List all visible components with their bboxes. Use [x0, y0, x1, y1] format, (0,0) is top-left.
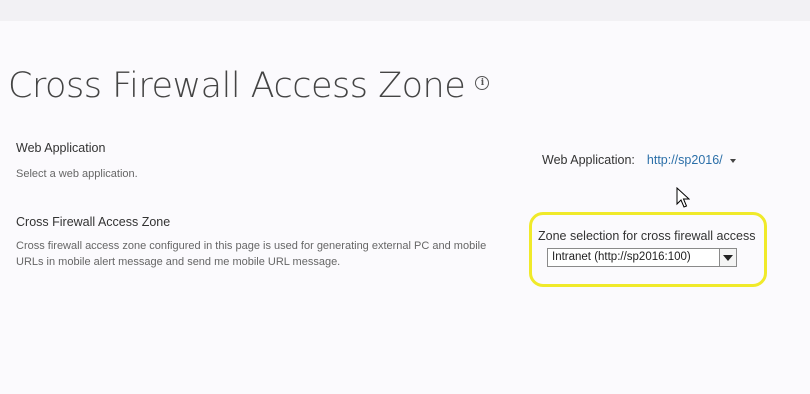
cross-firewall-description: Cross firewall access zone configured in… [16, 240, 487, 268]
cross-firewall-heading: Cross Firewall Access Zone [16, 215, 171, 229]
zone-selection-label: Zone selection for cross firewall access [538, 229, 756, 243]
top-bar [0, 0, 810, 21]
web-application-heading: Web Application [16, 141, 106, 155]
dropdown-arrow-icon[interactable] [719, 249, 736, 266]
mouse-pointer-icon [676, 187, 690, 208]
chevron-down-icon[interactable] [729, 158, 736, 163]
web-application-selector: Web Application: http://sp2016/ [542, 153, 736, 167]
zone-select[interactable]: Intranet (http://sp2016:100) [547, 248, 737, 267]
zone-select-value: Intranet (http://sp2016:100) [552, 251, 691, 263]
web-application-description: Select a web application. [16, 168, 138, 180]
info-icon[interactable]: i [475, 76, 490, 90]
web-application-link[interactable]: http://sp2016/ [647, 153, 723, 167]
page-title: Cross Firewall Access Zone i [8, 66, 490, 106]
page-title-text: Cross Firewall Access Zone [8, 66, 466, 106]
web-application-label: Web Application: [542, 153, 635, 167]
